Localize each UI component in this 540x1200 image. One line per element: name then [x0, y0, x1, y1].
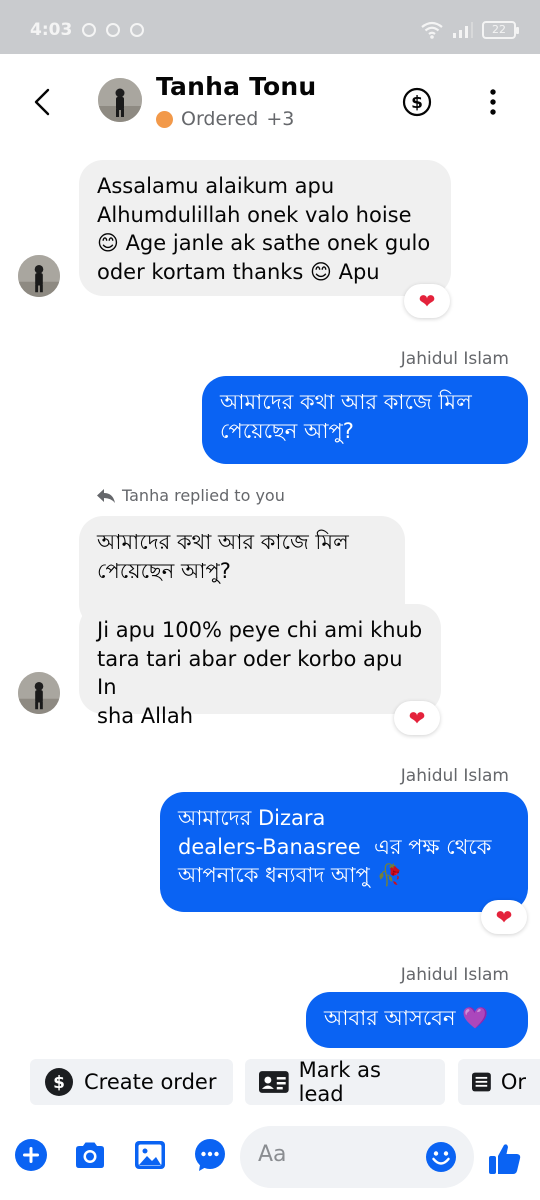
status-label: Ordered — [181, 108, 259, 130]
message-input[interactable] — [258, 1142, 418, 1167]
payment-dollar-icon[interactable]: $ — [402, 87, 432, 117]
message-input-container — [240, 1126, 474, 1188]
reply-note-text: Tanha replied to you — [122, 486, 285, 505]
heart-reaction[interactable]: ❤ — [404, 284, 450, 318]
message-bubble-outgoing[interactable]: আমাদের Dizara dealers-Banasree এর পক্ষ থ… — [160, 792, 528, 912]
camera-icon[interactable] — [73, 1138, 107, 1172]
heart-icon: ❤ — [418, 289, 436, 313]
heart-reaction[interactable]: ❤ — [394, 701, 440, 735]
status-time: 4:03 — [30, 20, 73, 40]
sender-avatar[interactable] — [18, 672, 60, 714]
avatar-photo-icon — [18, 672, 60, 714]
svg-text:$: $ — [411, 93, 423, 113]
sender-avatar[interactable] — [18, 255, 60, 297]
message-composer — [0, 1124, 540, 1200]
contact-card-icon — [259, 1071, 289, 1093]
message-bubble-incoming[interactable]: Assalamu alaikum apu Alhumdulillah onek … — [79, 160, 451, 296]
status-bar: 4:03 22 — [0, 0, 540, 54]
message-bubble-incoming[interactable]: Ji apu 100% peye chi ami khub tara tari … — [79, 604, 441, 728]
sender-name: Jahidul Islam — [400, 766, 509, 786]
back-arrow-icon[interactable] — [28, 84, 58, 120]
sender-name: Jahidul Islam — [400, 965, 509, 985]
dollar-icon: $ — [45, 1068, 73, 1096]
more-actions-label: Or — [500, 1070, 526, 1094]
contact-status[interactable]: Ordered +3 — [156, 108, 294, 130]
plus-icon[interactable] — [14, 1138, 48, 1172]
create-order-label: Create order — [84, 1070, 217, 1094]
more-actions-button[interactable]: Or — [458, 1059, 540, 1105]
svg-text:$: $ — [53, 1073, 65, 1093]
contact-name[interactable]: Tanha Tonu — [156, 72, 316, 101]
status-right: 22 — [420, 21, 519, 39]
signal-icon — [453, 22, 473, 38]
contact-avatar[interactable] — [98, 78, 142, 122]
thumbs-up-icon[interactable] — [487, 1141, 523, 1177]
reply-indicator: Tanha replied to you — [96, 486, 285, 505]
chat-bubble-icon[interactable] — [193, 1138, 227, 1172]
status-extra-count: +3 — [266, 108, 295, 130]
status-dot-icon — [156, 110, 173, 128]
avatar-photo-icon — [18, 255, 60, 297]
battery-indicator: 22 — [482, 21, 519, 39]
heart-icon: ❤ — [408, 706, 426, 730]
emoji-icon[interactable] — [425, 1141, 457, 1173]
sync-notification-icon — [130, 23, 144, 37]
gallery-icon[interactable] — [133, 1138, 167, 1172]
message-bubble-outgoing[interactable]: আমাদের কথা আর কাজে মিল পেয়েছেন আপু? — [202, 376, 528, 464]
wifi-icon — [421, 21, 443, 39]
mark-as-lead-button[interactable]: Mark as lead — [245, 1058, 445, 1106]
sender-name: Jahidul Islam — [400, 349, 509, 369]
more-options-icon[interactable] — [486, 88, 500, 116]
heart-icon: ❤ — [495, 905, 513, 929]
conversation-header: Tanha Tonu Ordered +3 $ — [0, 54, 540, 150]
mark-as-lead-label: Mark as lead — [298, 1058, 381, 1106]
heart-reaction[interactable]: ❤ — [481, 900, 527, 934]
avatar-photo-icon — [98, 78, 142, 122]
reply-arrow-icon — [97, 488, 115, 503]
message-bubble-outgoing[interactable]: আবার আসবেন 💜 — [306, 992, 528, 1048]
messenger-notification-icon — [82, 23, 96, 37]
messenger-notification-icon — [106, 23, 120, 37]
create-order-button[interactable]: $ Create order — [30, 1059, 233, 1105]
list-icon — [472, 1072, 491, 1092]
